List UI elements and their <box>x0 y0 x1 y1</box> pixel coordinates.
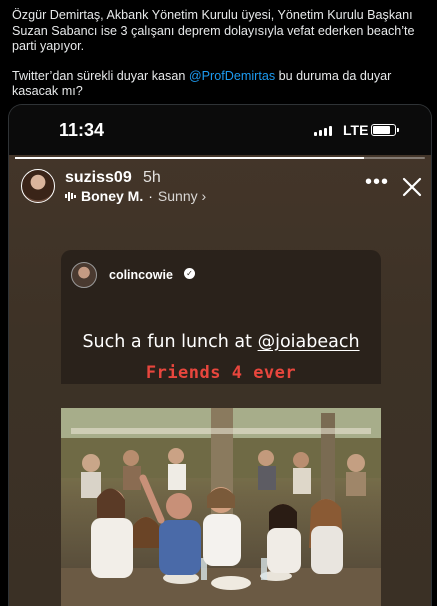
network-label: LTE <box>343 122 369 138</box>
post-caption: Such a fun lunch at @joiabeach <box>61 332 381 352</box>
group-photo <box>61 408 381 606</box>
story-progress-fill <box>15 157 364 159</box>
close-icon[interactable] <box>402 177 422 197</box>
tweet-text: Özgür Demirtaş, Akbank Yönetim Kurulu üy… <box>12 8 428 114</box>
post-caption-text: Such a fun lunch at <box>82 332 258 352</box>
signal-icon <box>314 126 332 136</box>
music-artist: Boney M. <box>81 188 144 204</box>
tweet-paragraph-2: Twitter’dan sürekli duyar kasan @ProfDem… <box>12 69 428 100</box>
tweet-paragraph-1: Özgür Demirtaş, Akbank Yönetim Kurulu üy… <box>12 8 415 54</box>
verified-badge-icon: ✓ <box>184 268 195 279</box>
reshared-username[interactable]: colincowie <box>109 268 173 282</box>
story-username[interactable]: suziss09 <box>65 169 132 187</box>
story-avatar[interactable] <box>21 169 55 203</box>
music-song: Sunny › <box>157 188 207 204</box>
tweet-paragraph-2-start: Twitter’dan sürekli duyar kasan <box>12 68 189 83</box>
music-bars-icon <box>65 191 76 201</box>
reshared-post-card[interactable]: colincowie ✓ Such a fun lunch at @joiabe… <box>61 250 381 384</box>
caption-mention[interactable]: @joiabeach <box>258 332 360 352</box>
story-music[interactable]: Boney M. · Sunny › <box>65 188 206 204</box>
reshared-avatar[interactable] <box>71 262 97 288</box>
story-time: 5h <box>143 169 161 186</box>
battery-level <box>373 126 390 134</box>
more-options-icon[interactable]: ••• <box>365 171 389 194</box>
phone-status-bar: 11:34 LTE <box>9 105 431 155</box>
tweet-media-image[interactable]: 11:34 LTE suziss09 5h Boney M. · Sunny ›… <box>8 104 432 606</box>
battery-icon <box>371 124 399 136</box>
post-caption-secondary: Friends 4 ever <box>145 363 297 383</box>
story-progress-bar <box>15 157 425 159</box>
group-photo-illustration <box>61 408 381 606</box>
mention-link[interactable]: @ProfDemirtas <box>189 69 275 83</box>
status-time: 11:34 <box>59 120 105 140</box>
instagram-story: suziss09 5h Boney M. · Sunny › ••• colin… <box>9 155 431 606</box>
